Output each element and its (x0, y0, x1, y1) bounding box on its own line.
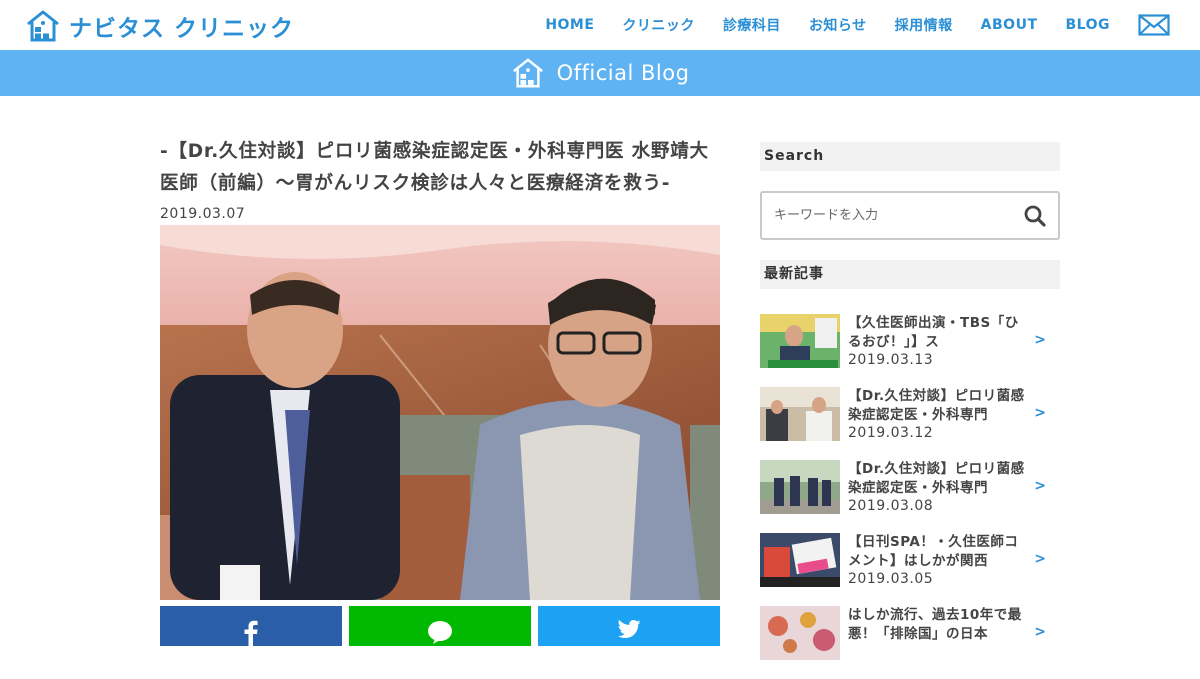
article-title: -【Dr.久住対談】ピロリ菌感染症認定医・外科専門医 水野靖大医師（前編）～胃が… (160, 141, 709, 194)
recent-post-item[interactable]: はしか流行、過去10年で最悪！「排除国」の日本 > (760, 606, 1060, 679)
recent-post-date: 2019.03.08 (848, 498, 934, 514)
recent-post-title: 【日刊SPA！・久住医師コメント】はしかが関西 (848, 534, 1019, 569)
recent-post-thumbnail (760, 533, 840, 587)
interview-photo-image (160, 225, 720, 600)
site-header: ナビタス クリニック HOME クリニック 診療科目 お知らせ 採用情報 ABO… (0, 0, 1200, 50)
search-icon[interactable] (1024, 205, 1046, 227)
recent-post-title: 【久住医師出演・TBS「ひるおび！」】ス (848, 315, 1019, 350)
house-logo-icon (512, 58, 543, 88)
recent-post-title: 【Dr.久住対談】ピロリ菌感染症認定医・外科専門 (848, 461, 1025, 496)
recent-post-thumbnail (760, 460, 840, 514)
recent-post-thumbnail (760, 606, 840, 660)
recent-post-date: 2019.03.05 (848, 571, 934, 587)
chevron-right-icon: > (1034, 332, 1046, 348)
house-logo-icon (27, 10, 59, 42)
recent-posts-heading: 最新記事 (760, 260, 1060, 289)
site-logo[interactable]: ナビタス クリニック (25, 9, 294, 43)
nav-recruit[interactable]: 採用情報 (895, 15, 953, 35)
article-photo (160, 225, 720, 600)
nav-news[interactable]: お知らせ (809, 15, 867, 35)
recent-post-thumbnail (760, 314, 840, 368)
recent-post-item[interactable]: 【久住医師出演・TBS「ひるおび！」】ス 2019.03.13 > (760, 314, 1060, 387)
article: -【Dr.久住対談】ピロリ菌感染症認定医・外科専門医 水野靖大医師（前編）～胃が… (160, 136, 720, 646)
main-nav: HOME クリニック 診療科目 お知らせ 採用情報 ABOUT BLOG (517, 0, 1170, 50)
logo-text: ナビタス クリニック (69, 16, 295, 42)
share-line-button[interactable] (349, 606, 531, 646)
recent-post-item[interactable]: 【Dr.久住対談】ピロリ菌感染症認定医・外科専門 2019.03.12 > (760, 387, 1060, 460)
share-twitter-button[interactable] (538, 606, 720, 646)
chevron-right-icon: > (1034, 478, 1046, 494)
share-facebook-button[interactable] (160, 606, 342, 646)
nav-clinic[interactable]: クリニック (622, 15, 695, 35)
recent-post-date: 2019.03.13 (848, 352, 934, 368)
mail-icon[interactable] (1138, 14, 1170, 36)
search-form (760, 191, 1060, 240)
sidebar: Search 最新記事 【久住医師出演・TBS「ひるおび！」】ス 2019.03… (760, 142, 1060, 679)
recent-post-item[interactable]: 【日刊SPA！・久住医師コメント】はしかが関西 2019.03.05 > (760, 533, 1060, 606)
nav-about[interactable]: ABOUT (981, 17, 1038, 33)
chevron-right-icon: > (1034, 405, 1046, 421)
twitter-icon (618, 620, 640, 638)
recent-post-title: はしか流行、過去10年で最悪！「排除国」の日本 (848, 607, 1022, 642)
blog-banner: Official Blog (0, 50, 1200, 96)
article-date: 2019.03.07 (160, 206, 246, 222)
line-icon (428, 621, 452, 644)
facebook-icon (244, 620, 258, 646)
recent-post-thumbnail (760, 387, 840, 441)
nav-home[interactable]: HOME (545, 17, 594, 33)
recent-posts-list: 【久住医師出演・TBS「ひるおび！」】ス 2019.03.13 > 【Dr.久住… (760, 314, 1060, 679)
blog-banner-title: Official Blog (556, 61, 690, 85)
recent-post-date: 2019.03.12 (848, 425, 934, 441)
recent-post-item[interactable]: 【Dr.久住対談】ピロリ菌感染症認定医・外科専門 2019.03.08 > (760, 460, 1060, 533)
chevron-right-icon: > (1034, 624, 1046, 640)
chevron-right-icon: > (1034, 551, 1046, 567)
nav-blog[interactable]: BLOG (1066, 17, 1111, 33)
nav-departments[interactable]: 診療科目 (723, 15, 781, 35)
recent-post-title: 【Dr.久住対談】ピロリ菌感染症認定医・外科専門 (848, 388, 1025, 423)
search-heading: Search (760, 142, 1060, 171)
search-input[interactable] (762, 193, 1012, 238)
